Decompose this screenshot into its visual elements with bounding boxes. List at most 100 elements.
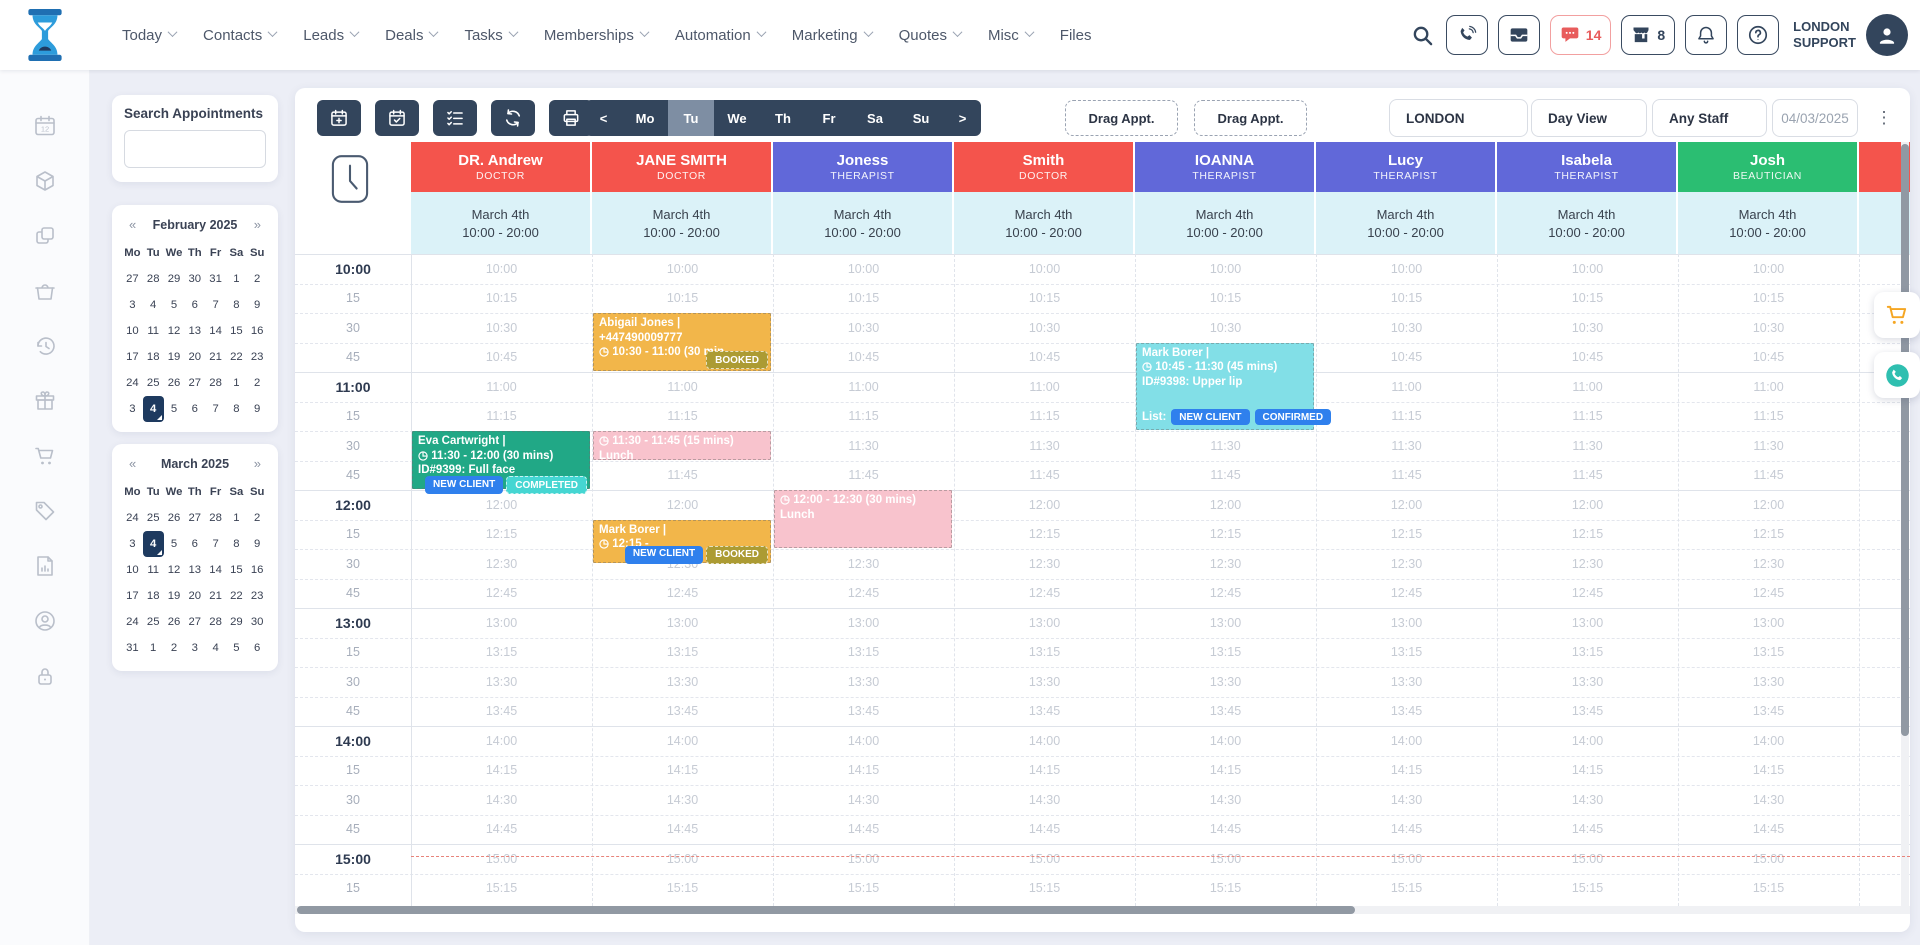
time-slot[interactable]: 11:00 [411, 372, 592, 402]
time-slot[interactable]: 11:45 [773, 461, 954, 491]
nav-quotes[interactable]: Quotes [899, 27, 961, 44]
kebab-menu-icon[interactable]: ⋮ [1873, 99, 1895, 137]
time-slot[interactable]: 13:15 [592, 638, 773, 668]
time-slot[interactable]: 14:45 [1135, 815, 1316, 845]
calendar-day[interactable]: 18 [143, 344, 164, 370]
vertical-scrollbar[interactable] [1901, 144, 1909, 736]
column-date-cell[interactable]: March 4th10:00 - 20:00 [411, 192, 590, 254]
time-slot[interactable]: 10:30 [773, 313, 954, 343]
nav-leads[interactable]: Leads [303, 27, 358, 44]
calendar-day[interactable]: 4 [143, 292, 164, 318]
time-slot[interactable]: 12:45 [1678, 579, 1859, 609]
appointment[interactable]: Abigail Jones |+447490009777◷ 10:30 - 11… [593, 313, 771, 371]
time-slot[interactable]: 14:15 [773, 756, 954, 786]
time-slot[interactable]: 12:45 [954, 579, 1135, 609]
calendar-day[interactable]: 24 [122, 609, 143, 635]
time-slot[interactable]: 14:15 [954, 756, 1135, 786]
time-slot[interactable]: 15:00 [1678, 844, 1859, 874]
time-slot[interactable]: 13:45 [1316, 697, 1497, 727]
calendar-day[interactable]: 7 [205, 396, 226, 422]
appointment[interactable]: Eva Cartwright |◷ 11:30 - 12:00 (30 mins… [412, 431, 590, 489]
time-slot[interactable]: 14:30 [1316, 785, 1497, 815]
nav-misc[interactable]: Misc [988, 27, 1033, 44]
time-slot[interactable]: 11:30 [1135, 431, 1316, 461]
calendar-day[interactable]: 31 [122, 635, 143, 661]
calendar-day[interactable]: 1 [226, 370, 247, 396]
nav-deals[interactable]: Deals [385, 27, 437, 44]
time-slot[interactable]: 13:00 [592, 608, 773, 638]
calendar-day[interactable]: 27 [184, 505, 205, 531]
copy-icon[interactable] [33, 224, 57, 248]
time-slot[interactable]: 11:15 [1497, 402, 1678, 432]
time-slot[interactable]: 11:15 [773, 402, 954, 432]
time-slot[interactable]: 15:15 [1497, 874, 1678, 904]
prev-month-button[interactable]: « [126, 217, 139, 232]
time-slot[interactable]: 14:00 [1497, 726, 1678, 756]
time-slot[interactable]: 13:15 [411, 638, 592, 668]
staff-filter-select[interactable]: Any Staff [1652, 99, 1767, 137]
time-slot[interactable]: 13:30 [1678, 667, 1859, 697]
next-month-button[interactable]: » [251, 217, 264, 232]
staff-column-header[interactable]: JANE SMITHDOCTOR [592, 142, 771, 192]
calendar-day[interactable]: 23 [247, 583, 268, 609]
time-slot[interactable]: 12:30 [773, 549, 954, 579]
calendar-day[interactable]: 26 [164, 370, 185, 396]
nav-files[interactable]: Files [1060, 27, 1092, 44]
time-slot[interactable]: 13:15 [954, 638, 1135, 668]
time-slot[interactable]: 12:15 [1135, 520, 1316, 550]
cart-icon[interactable] [33, 444, 57, 468]
staff-column-header[interactable]: LucyTHERAPIST [1316, 142, 1495, 192]
time-slot[interactable]: 11:45 [592, 461, 773, 491]
report-icon[interactable] [33, 554, 57, 578]
staff-column-header[interactable]: SmithDOCTOR [954, 142, 1133, 192]
time-slot[interactable]: 13:15 [1135, 638, 1316, 668]
time-slot[interactable]: 13:00 [1316, 608, 1497, 638]
refresh-button[interactable] [491, 100, 535, 136]
calendar-day[interactable]: 5 [164, 396, 185, 422]
time-slot[interactable]: 12:45 [773, 579, 954, 609]
time-slot[interactable]: 14:15 [1678, 756, 1859, 786]
lock-icon[interactable] [33, 664, 57, 688]
time-slot[interactable]: 11:15 [592, 402, 773, 432]
nav-automation[interactable]: Automation [675, 27, 765, 44]
time-slot[interactable]: 10:30 [1135, 313, 1316, 343]
time-slot[interactable]: 14:45 [954, 815, 1135, 845]
calendar-day[interactable]: 28 [205, 609, 226, 635]
time-slot[interactable]: 13:00 [1497, 608, 1678, 638]
calendar-day[interactable]: 3 [122, 396, 143, 422]
time-slot[interactable]: 11:00 [1316, 372, 1497, 402]
column-date-cell[interactable]: March 4th10:00 - 20:00 [592, 192, 771, 254]
time-slot[interactable]: 14:15 [1316, 756, 1497, 786]
day-tab-sa[interactable]: Sa [852, 100, 898, 136]
calendar-day[interactable]: 5 [226, 635, 247, 661]
time-slot[interactable]: 13:30 [411, 667, 592, 697]
time-slot[interactable]: 14:15 [411, 756, 592, 786]
time-slot[interactable]: 15:00 [1135, 844, 1316, 874]
time-slot[interactable]: 13:30 [1135, 667, 1316, 697]
time-slot[interactable]: 10:45 [1678, 343, 1859, 373]
time-slot[interactable]: 14:45 [1316, 815, 1497, 845]
day-tab-fr[interactable]: Fr [806, 100, 852, 136]
time-slot[interactable]: 10:30 [1678, 313, 1859, 343]
time-slot[interactable]: 14:00 [773, 726, 954, 756]
time-slot[interactable]: 15:00 [592, 844, 773, 874]
calendar-day[interactable]: 28 [143, 266, 164, 292]
nav-tasks[interactable]: Tasks [464, 27, 516, 44]
time-slot[interactable]: 10:45 [1497, 343, 1678, 373]
time-slot[interactable]: 14:30 [1497, 785, 1678, 815]
time-slot[interactable]: 14:00 [1135, 726, 1316, 756]
time-slot[interactable]: 14:45 [1497, 815, 1678, 845]
time-slot[interactable]: 10:15 [1135, 284, 1316, 314]
time-slot[interactable]: 12:30 [1316, 549, 1497, 579]
time-slot[interactable]: 10:45 [411, 343, 592, 373]
time-slot[interactable]: 13:45 [411, 697, 592, 727]
time-slot[interactable]: 10:30 [1497, 313, 1678, 343]
time-slot[interactable]: 11:15 [1316, 402, 1497, 432]
time-slot[interactable]: 13:00 [1678, 608, 1859, 638]
calendar-day[interactable]: 21 [205, 583, 226, 609]
calendar-day[interactable]: 28 [205, 505, 226, 531]
time-slot[interactable]: 11:45 [1678, 461, 1859, 491]
nav-today[interactable]: Today [122, 27, 176, 44]
calendar-day[interactable]: 3 [122, 531, 143, 557]
column-date-cell[interactable]: March 4th10:00 - 20:00 [773, 192, 952, 254]
